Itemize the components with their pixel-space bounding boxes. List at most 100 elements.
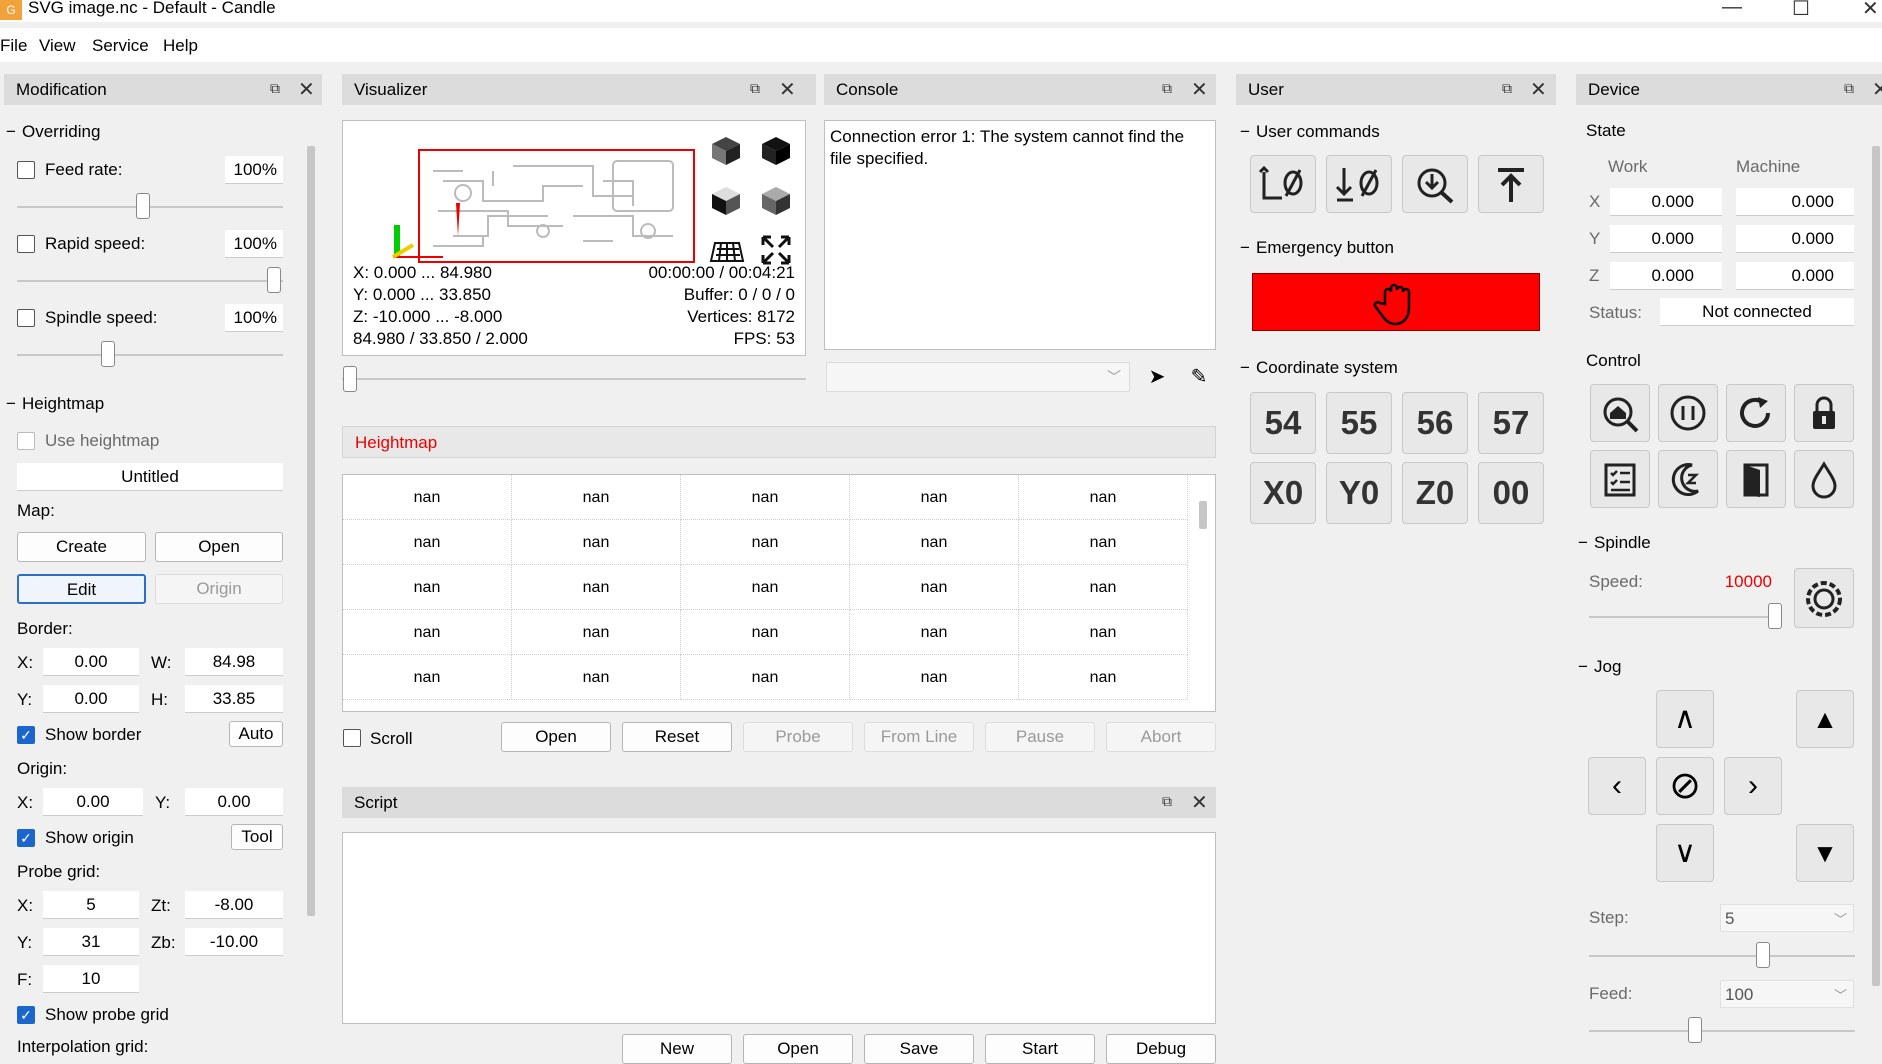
spindle-speed-value[interactable]: 10000 bbox=[1700, 572, 1772, 592]
menu-file[interactable]: File bbox=[0, 36, 27, 56]
send-icon[interactable]: ➤ bbox=[1142, 362, 1172, 392]
jog-y-minus-icon[interactable]: ∨ bbox=[1656, 824, 1714, 882]
menu-service[interactable]: Service bbox=[92, 36, 149, 56]
auto-button[interactable]: Auto bbox=[229, 721, 283, 747]
table-cell[interactable]: nan bbox=[512, 655, 681, 700]
close-panel-icon[interactable]: ✕ bbox=[779, 77, 796, 102]
door-icon[interactable] bbox=[1726, 450, 1786, 508]
reset-icon[interactable] bbox=[1726, 384, 1786, 442]
table-cell[interactable]: nan bbox=[850, 610, 1019, 655]
close-panel-icon[interactable]: ✕ bbox=[1872, 77, 1882, 102]
feed-rate-value[interactable]: 100% bbox=[225, 156, 283, 184]
zero-xy-icon[interactable] bbox=[1250, 155, 1316, 213]
script-save-button[interactable]: Save bbox=[864, 1034, 974, 1064]
rapid-speed-slider-track[interactable] bbox=[17, 280, 283, 282]
abort-button[interactable]: Abort bbox=[1106, 722, 1216, 752]
spindle-group-label[interactable]: − Spindle bbox=[1578, 533, 1651, 553]
create-button[interactable]: Create bbox=[17, 532, 146, 562]
spindle-speed-slider-track[interactable] bbox=[17, 354, 283, 356]
tool-button[interactable]: Tool bbox=[231, 824, 283, 850]
close-panel-icon[interactable]: ✕ bbox=[1191, 77, 1208, 102]
zero-all-button[interactable]: 00 bbox=[1478, 462, 1544, 524]
table-cell[interactable]: nan bbox=[681, 610, 850, 655]
open-heightmap-button[interactable]: Open bbox=[155, 532, 283, 562]
y0-button[interactable]: Y0 bbox=[1326, 462, 1392, 524]
x0-button[interactable]: X0 bbox=[1250, 462, 1316, 524]
home-icon[interactable] bbox=[1590, 384, 1650, 442]
spindle-slider-track[interactable] bbox=[1589, 616, 1775, 618]
script-new-button[interactable]: New bbox=[622, 1034, 732, 1064]
table-cell[interactable]: nan bbox=[681, 520, 850, 565]
float-icon[interactable]: ⧉ bbox=[1162, 793, 1172, 810]
table-cell[interactable]: nan bbox=[512, 565, 681, 610]
close-icon[interactable]: ✕ bbox=[1862, 0, 1879, 21]
table-cell[interactable]: nan bbox=[681, 565, 850, 610]
from-line-button[interactable]: From Line bbox=[864, 722, 974, 752]
zero-z-icon[interactable] bbox=[1326, 155, 1392, 213]
heightmap-table[interactable]: nan nan nan nan nan nan nan nan nan nan nan nan nan n… bbox=[342, 474, 1216, 712]
maximize-icon[interactable]: ☐ bbox=[1792, 0, 1810, 21]
jog-x-plus-icon[interactable]: › bbox=[1724, 757, 1782, 815]
table-cell[interactable]: nan bbox=[512, 475, 681, 520]
user-commands-label[interactable]: − User commands bbox=[1240, 122, 1380, 142]
table-cell[interactable]: nan bbox=[343, 610, 512, 655]
program-progress-track[interactable] bbox=[342, 378, 806, 380]
g57-button[interactable]: 57 bbox=[1478, 392, 1544, 454]
table-cell[interactable]: nan bbox=[850, 475, 1019, 520]
reset-button[interactable]: Reset bbox=[622, 722, 732, 752]
view-left-icon[interactable] bbox=[705, 179, 747, 221]
spindle-toggle-icon[interactable] bbox=[1794, 568, 1854, 628]
close-panel-icon[interactable]: ✕ bbox=[1191, 790, 1208, 815]
jog-z-plus-icon[interactable]: ▲ bbox=[1796, 690, 1854, 748]
float-icon[interactable]: ⧉ bbox=[1162, 80, 1172, 97]
heightmap-name-field[interactable]: Untitled bbox=[17, 463, 283, 491]
chevron-down-icon[interactable]: ﹀ bbox=[1107, 367, 1121, 387]
show-border-checkbox[interactable]: ✓ bbox=[17, 726, 35, 744]
menu-help[interactable]: Help bbox=[163, 36, 198, 56]
table-cell[interactable]: nan bbox=[1019, 475, 1188, 520]
zt-field[interactable]: -8.00 bbox=[185, 891, 283, 919]
rapid-speed-slider-handle[interactable] bbox=[267, 267, 281, 293]
feed-slider-handle[interactable] bbox=[1688, 1017, 1702, 1043]
border-h-field[interactable]: 33.85 bbox=[185, 685, 283, 713]
border-y-field[interactable]: 0.00 bbox=[43, 685, 139, 713]
use-heightmap-checkbox[interactable] bbox=[17, 432, 35, 450]
spindle-speed-slider-handle[interactable] bbox=[101, 341, 115, 367]
table-cell[interactable]: nan bbox=[850, 655, 1019, 700]
view-iso-icon[interactable] bbox=[755, 179, 797, 221]
jog-x-minus-icon[interactable]: ‹ bbox=[1588, 757, 1646, 815]
table-cell[interactable]: nan bbox=[681, 655, 850, 700]
jog-stop-icon[interactable]: ⊘ bbox=[1656, 757, 1714, 815]
probe-y-field[interactable]: 31 bbox=[43, 928, 139, 956]
rapid-speed-checkbox[interactable] bbox=[17, 235, 35, 253]
g56-button[interactable]: 56 bbox=[1402, 392, 1468, 454]
zb-field[interactable]: -10.00 bbox=[185, 928, 283, 956]
script-editor[interactable] bbox=[342, 832, 1216, 1024]
emergency-label[interactable]: − Emergency button bbox=[1240, 238, 1394, 258]
table-cell[interactable]: nan bbox=[1019, 655, 1188, 700]
table-cell[interactable]: nan bbox=[512, 520, 681, 565]
coordinate-system-label[interactable]: − Coordinate system bbox=[1240, 358, 1398, 378]
table-cell[interactable]: nan bbox=[850, 520, 1019, 565]
g54-button[interactable]: 54 bbox=[1250, 392, 1316, 454]
heightmap-group-label[interactable]: − Heightmap bbox=[6, 394, 104, 414]
step-slider-track[interactable] bbox=[1589, 955, 1855, 957]
origin-y-field[interactable]: 0.00 bbox=[185, 788, 283, 816]
table-cell[interactable]: nan bbox=[850, 565, 1019, 610]
edit-button[interactable]: Edit bbox=[17, 574, 146, 604]
view-back-icon[interactable] bbox=[755, 129, 797, 171]
program-progress-handle[interactable] bbox=[343, 366, 357, 392]
jog-z-minus-icon[interactable]: ▼ bbox=[1796, 824, 1854, 882]
unlock-icon[interactable] bbox=[1794, 384, 1854, 442]
table-cell[interactable]: nan bbox=[512, 610, 681, 655]
pause-button[interactable]: Pause bbox=[985, 722, 1095, 752]
minimize-icon[interactable]: — bbox=[1722, 0, 1742, 19]
table-cell[interactable]: nan bbox=[343, 655, 512, 700]
jog-y-plus-icon[interactable]: ∧ bbox=[1656, 690, 1714, 748]
border-w-field[interactable]: 84.98 bbox=[185, 648, 283, 676]
sleep-icon[interactable] bbox=[1658, 450, 1718, 508]
flood-coolant-icon[interactable] bbox=[1794, 450, 1854, 508]
script-debug-button[interactable]: Debug bbox=[1106, 1034, 1216, 1064]
probe-button[interactable]: Probe bbox=[743, 722, 853, 752]
heightmap-table-scrollbar[interactable] bbox=[1199, 501, 1207, 529]
